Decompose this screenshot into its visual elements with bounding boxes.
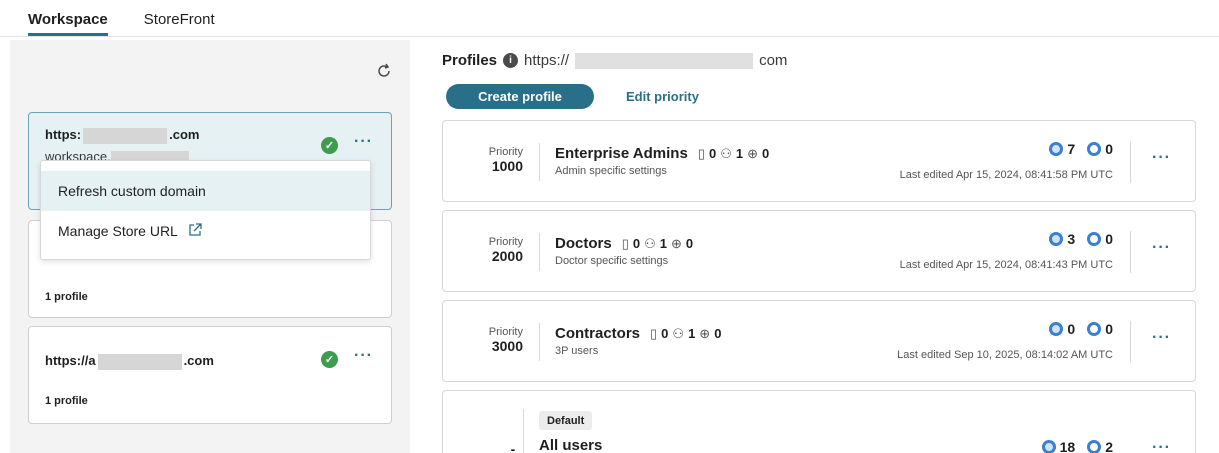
tabs-divider xyxy=(0,36,1219,37)
profile-description: Doctor specific settings xyxy=(555,255,669,267)
workspace-url: https: .com xyxy=(45,127,200,144)
profile-row-default[interactable]: - Default All users 18 2 ··· xyxy=(442,390,1196,453)
default-badge: Default xyxy=(539,411,593,430)
users-icon: ⚇ xyxy=(672,325,685,341)
globe-icon: ⊕ xyxy=(699,325,711,341)
policy-icon xyxy=(1049,142,1064,156)
profile-name: Contractors xyxy=(555,325,641,342)
policy-icon xyxy=(1049,322,1064,336)
profile-count: 1 profile xyxy=(45,291,88,303)
more-options-icon[interactable]: ··· xyxy=(354,133,373,151)
redacted-mask xyxy=(83,127,168,144)
check-circle-icon: ✓ xyxy=(321,137,338,154)
profile-row[interactable]: Priority 3000 Contractors ▯ 0 ⚇ 1 ⊕ 0 3P us… xyxy=(442,300,1196,382)
device-icon: ▯ xyxy=(650,325,658,341)
last-edited: Last edited Apr 15, 2024, 08:41:58 PM UT… xyxy=(899,169,1113,181)
more-options-icon[interactable]: ··· xyxy=(1152,439,1171,453)
workspace-list-panel: https: .com workspace. ✓ ··· 1 profile ht… xyxy=(10,40,410,453)
more-options-icon[interactable]: ··· xyxy=(1152,149,1171,167)
globe-icon: ⊕ xyxy=(670,235,682,251)
setting-icon xyxy=(1087,232,1102,246)
redacted-mask xyxy=(97,353,182,370)
last-edited: Last edited Apr 15, 2024, 08:41:43 PM UT… xyxy=(899,259,1113,271)
device-icon: ▯ xyxy=(697,145,705,161)
last-edited: Last edited Sep 10, 2025, 08:14:02 AM UT… xyxy=(897,349,1113,361)
tab-storefront[interactable]: StoreFront xyxy=(144,0,215,36)
setting-icon xyxy=(1087,440,1102,453)
store-url: https://com xyxy=(524,52,788,69)
redacted-mask xyxy=(575,52,754,69)
profile-description: Admin specific settings xyxy=(555,165,667,177)
info-icon[interactable]: i xyxy=(503,53,519,68)
users-icon: ⚇ xyxy=(720,145,732,161)
more-options-icon[interactable]: ··· xyxy=(354,347,373,365)
create-profile-button[interactable]: Create profile xyxy=(446,84,594,109)
check-circle-icon: ✓ xyxy=(321,351,338,368)
context-menu: Refresh custom domain Manage Store URL xyxy=(40,160,371,260)
more-options-icon[interactable]: ··· xyxy=(1152,329,1171,347)
profile-name: All users xyxy=(539,437,603,453)
profile-count: 1 profile xyxy=(45,395,88,407)
profile-row[interactable]: Priority 1000 Enterprise Admins ▯ 0 ⚇ 1 ⊕ 0… xyxy=(442,120,1196,202)
tab-bar: Workspace StoreFront xyxy=(28,0,215,36)
setting-icon xyxy=(1087,142,1102,156)
policy-icon xyxy=(1041,440,1056,453)
device-icon: ▯ xyxy=(621,235,629,251)
edit-priority-button[interactable]: Edit priority xyxy=(626,84,699,109)
profile-row[interactable]: Priority 2000 Doctors ▯ 0 ⚇ 1 ⊕ 0 Doctor sp… xyxy=(442,210,1196,292)
users-icon: ⚇ xyxy=(644,235,656,251)
globe-icon: ⊕ xyxy=(747,145,758,161)
workspace-url: https://a .com xyxy=(45,353,214,370)
priority-value: 2000 xyxy=(491,248,523,264)
priority-value: 1000 xyxy=(491,158,523,174)
page-title: Profiles xyxy=(442,52,498,69)
profile-description: 3P users xyxy=(555,345,599,357)
refresh-icon[interactable] xyxy=(373,60,395,82)
setting-icon xyxy=(1087,322,1102,336)
profiles-header: Profiles i https://com xyxy=(442,52,787,69)
priority-value: 3000 xyxy=(491,338,523,354)
policy-icon xyxy=(1049,232,1064,246)
menu-item-manage-store-url[interactable]: Manage Store URL xyxy=(41,211,370,251)
menu-item-refresh-custom-domain[interactable]: Refresh custom domain xyxy=(41,171,370,211)
tab-workspace[interactable]: Workspace xyxy=(28,0,108,36)
profile-name: Doctors xyxy=(555,235,612,252)
external-link-icon xyxy=(188,222,202,240)
profile-name: Enterprise Admins xyxy=(555,145,688,162)
workspace-card[interactable]: https://a .com ✓ ··· 1 profile xyxy=(28,326,392,424)
more-options-icon[interactable]: ··· xyxy=(1152,239,1171,257)
